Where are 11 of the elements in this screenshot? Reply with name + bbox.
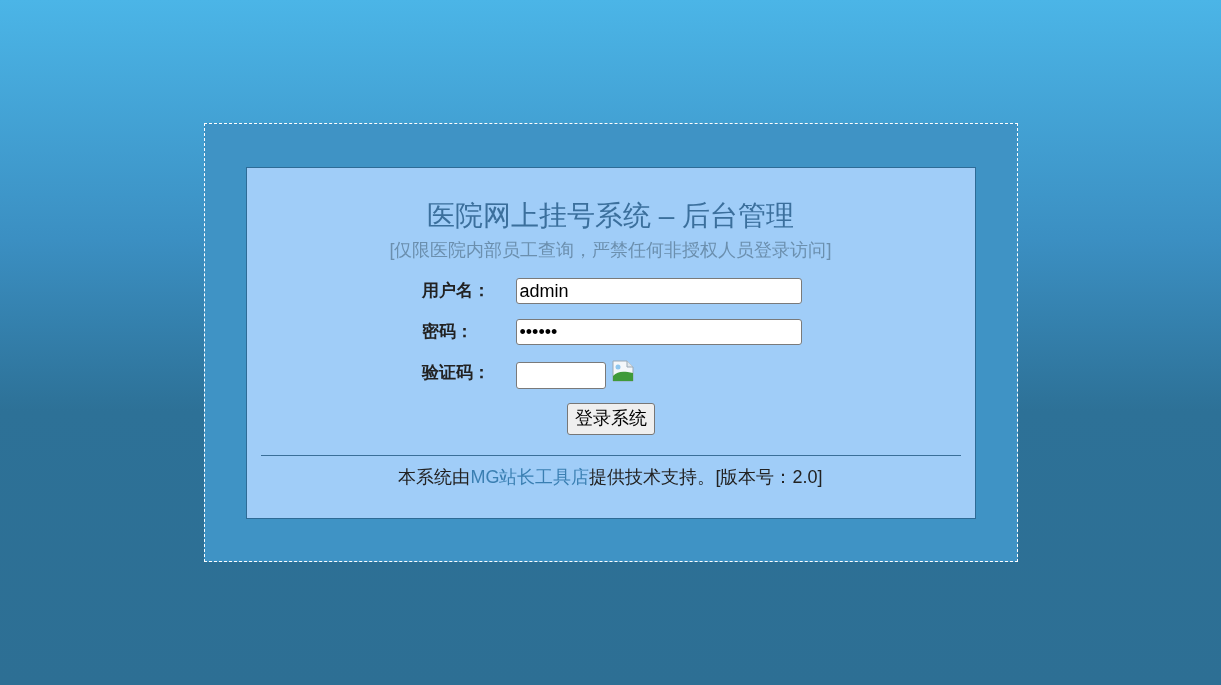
password-field[interactable]: ••••••: [515, 319, 802, 345]
footer-text: 本系统由MG站长工具店提供技术支持。[版本号：2.0]: [398, 465, 823, 489]
page-title: 医院网上挂号系统 – 后台管理: [426, 198, 795, 233]
field-label: 密码：: [421, 321, 474, 344]
field-label: 验证码：: [421, 362, 491, 385]
username-field[interactable]: admin: [515, 278, 802, 304]
access-notice: [仅限医院内部员工查询，严禁任何非授权人员登录访问]: [389, 238, 832, 262]
broken-image-icon: [610, 359, 635, 383]
captcha-field[interactable]: [515, 361, 606, 389]
login-button[interactable]: 登录系统: [566, 402, 655, 435]
field-label: 用户名：: [421, 280, 491, 303]
